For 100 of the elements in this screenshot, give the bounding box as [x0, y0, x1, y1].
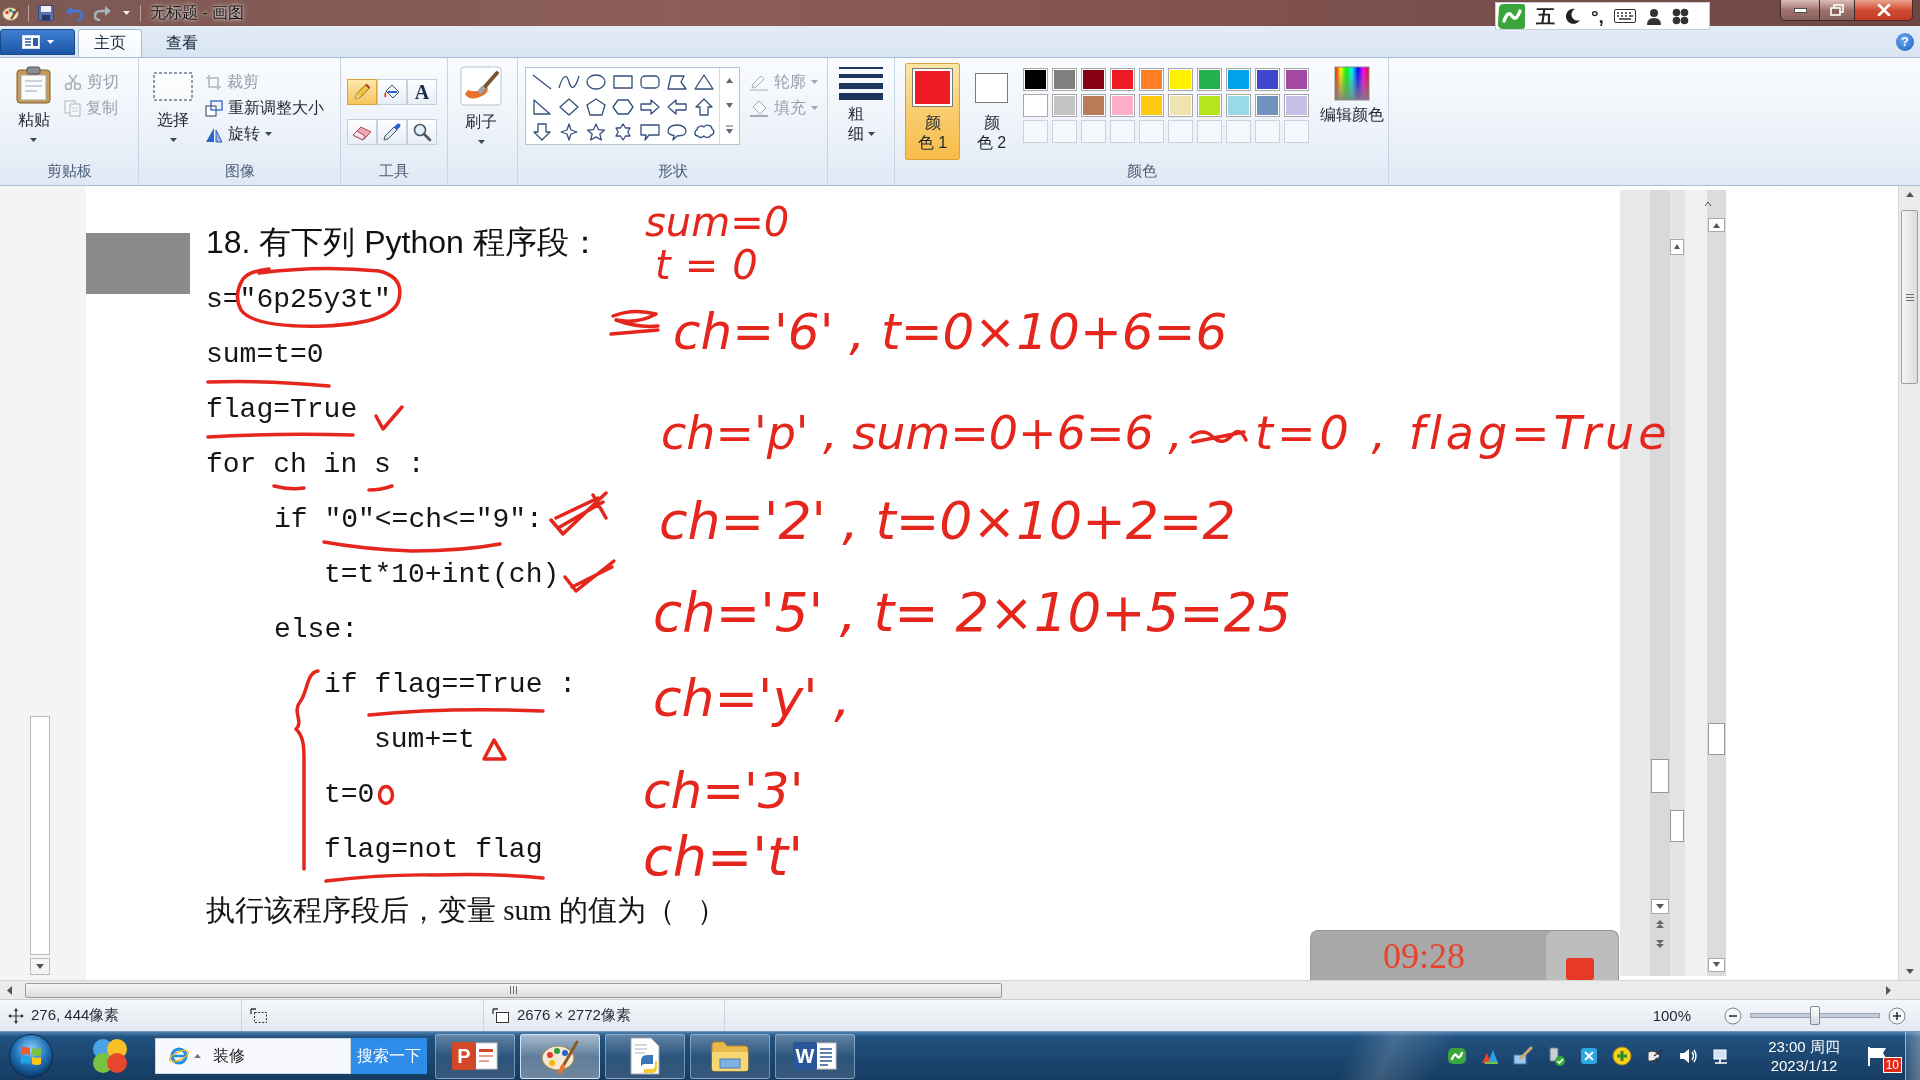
- empty-color-slot[interactable]: [1081, 120, 1106, 143]
- empty-color-slot[interactable]: [1197, 120, 1222, 143]
- palette-swatch[interactable]: [1081, 68, 1106, 91]
- zoom-out-icon[interactable]: [1724, 1006, 1742, 1025]
- speaker-icon[interactable]: [1678, 1046, 1698, 1066]
- palette-swatch[interactable]: [1197, 94, 1222, 117]
- redo-icon[interactable]: [94, 5, 112, 21]
- keyboard-icon[interactable]: [1613, 9, 1636, 23]
- caret-up-icon[interactable]: [194, 1054, 201, 1058]
- empty-color-slot[interactable]: [1168, 120, 1193, 143]
- taskbar-button[interactable]: [690, 1033, 770, 1079]
- secondary-color-button[interactable]: 颜色 2: [964, 63, 1019, 160]
- handwritten-note: sum=0: [645, 202, 790, 242]
- browser-icon[interactable]: [168, 1045, 190, 1067]
- taskbar-button[interactable]: W: [775, 1033, 855, 1079]
- script-file-icon: [627, 1037, 663, 1075]
- close-button[interactable]: [1855, 0, 1913, 21]
- zoom-level-text: 100%: [1652, 1007, 1691, 1024]
- palette-swatch[interactable]: [1168, 68, 1193, 91]
- edit-colors-button[interactable]: 编辑颜色: [1317, 62, 1387, 154]
- taskbar-button[interactable]: [605, 1033, 685, 1079]
- magnifier-button[interactable]: [407, 119, 437, 145]
- fill-tool-button[interactable]: [377, 79, 407, 105]
- select-button[interactable]: 选择: [150, 62, 196, 154]
- palette-swatch[interactable]: [1255, 94, 1280, 117]
- taskbar-button[interactable]: P: [435, 1033, 515, 1079]
- usb-drive-icon[interactable]: [1546, 1046, 1566, 1066]
- palette-swatch[interactable]: [1284, 94, 1309, 117]
- brushes-button[interactable]: 刷子: [457, 62, 505, 154]
- empty-color-slot[interactable]: [1052, 120, 1077, 143]
- palette-swatch[interactable]: [1052, 94, 1077, 117]
- palette-swatch[interactable]: [1226, 94, 1251, 117]
- start-orb-icon[interactable]: [8, 1033, 54, 1079]
- paste-button[interactable]: 粘贴: [12, 62, 55, 154]
- satellite-dish-icon[interactable]: [1645, 1046, 1665, 1066]
- color-spectrum-icon: [1334, 66, 1370, 101]
- palette-swatch[interactable]: [1139, 68, 1164, 91]
- empty-color-slot[interactable]: [1226, 120, 1251, 143]
- empty-color-slot[interactable]: [1110, 120, 1135, 143]
- search-field[interactable]: 装修: [155, 1038, 351, 1074]
- handwritten-note: ch='2' , t=0×10+2=2: [659, 495, 1236, 547]
- grid-icon[interactable]: [1671, 7, 1689, 25]
- empty-color-slot[interactable]: [1255, 120, 1280, 143]
- save-icon[interactable]: [38, 5, 54, 21]
- check-icon: [373, 404, 404, 431]
- palette-swatch[interactable]: [1023, 68, 1048, 91]
- ribbon-tab[interactable]: 主页: [78, 29, 142, 57]
- document-lines-icon: [815, 1041, 837, 1071]
- ink-underline: [367, 484, 394, 492]
- palette-swatch[interactable]: [1168, 94, 1193, 117]
- palette-swatch[interactable]: [1023, 94, 1048, 117]
- palette-swatch[interactable]: [1081, 94, 1106, 117]
- eraser-tool-button[interactable]: [347, 119, 377, 145]
- palette-swatch[interactable]: [1110, 68, 1135, 91]
- selection-size-icon: [250, 1007, 268, 1024]
- punctuation-toggle[interactable]: °,: [1591, 6, 1604, 26]
- scrollbar-thumb[interactable]: [1901, 210, 1918, 384]
- rectangular-callout-icon[interactable]: [637, 121, 662, 142]
- crosshair-icon: [8, 1007, 24, 1024]
- app-menu-button[interactable]: [0, 29, 75, 55]
- show-desktop-button[interactable]: [1905, 1032, 1920, 1080]
- caret-icon: [169, 138, 177, 142]
- taskbar-button[interactable]: [520, 1033, 600, 1079]
- text-tool-button[interactable]: A: [407, 79, 437, 105]
- palette-swatch[interactable]: [1255, 68, 1280, 91]
- scrollbar-thumb[interactable]: [25, 982, 1002, 998]
- clipboard-icon: [15, 66, 52, 104]
- empty-color-slot[interactable]: [1139, 120, 1164, 143]
- ime-logo-icon[interactable]: [1447, 1046, 1467, 1066]
- empty-color-slot[interactable]: [1284, 120, 1309, 143]
- ribbon-tab[interactable]: 查看: [150, 29, 214, 57]
- plus-circle-icon[interactable]: [1612, 1046, 1632, 1066]
- four-circles-icon[interactable]: [90, 1036, 130, 1076]
- zoom-in-icon[interactable]: [1888, 1006, 1906, 1025]
- hexagon-shape-icon[interactable]: [610, 96, 635, 117]
- palette-swatch[interactable]: [1284, 68, 1309, 91]
- handwritten-note: ch='3': [643, 766, 804, 816]
- palette-swatch[interactable]: [1139, 94, 1164, 117]
- slider-thumb[interactable]: [1810, 1006, 1820, 1025]
- input-mode-toggle[interactable]: 五: [1536, 6, 1555, 26]
- moon-icon[interactable]: [1565, 8, 1581, 24]
- palette-swatch[interactable]: [1110, 94, 1135, 117]
- palette-swatch[interactable]: [1197, 68, 1222, 91]
- palette-icon[interactable]: [2, 4, 20, 22]
- primary-color-button[interactable]: 颜色 1: [905, 63, 960, 160]
- restore-button[interactable]: [1820, 0, 1855, 21]
- person-icon[interactable]: [1645, 7, 1662, 25]
- pentagon-shape-icon[interactable]: [583, 96, 608, 117]
- oval-shape-icon[interactable]: [583, 71, 608, 92]
- line-width-button[interactable]: 粗细: [836, 62, 886, 154]
- rotate-button[interactable]: 旋转: [202, 121, 327, 147]
- resize-button[interactable]: 重新调整大小: [202, 95, 327, 121]
- pen-tablet-icon[interactable]: [1513, 1046, 1533, 1066]
- palette-swatch[interactable]: [1052, 68, 1077, 91]
- empty-color-slot[interactable]: [1023, 120, 1048, 143]
- oval-callout-icon[interactable]: [664, 121, 689, 142]
- palette-swatch[interactable]: [1226, 68, 1251, 91]
- minimize-button[interactable]: [1780, 0, 1820, 21]
- square-cross-icon[interactable]: [1579, 1046, 1599, 1066]
- color-picker-button[interactable]: [377, 119, 407, 145]
